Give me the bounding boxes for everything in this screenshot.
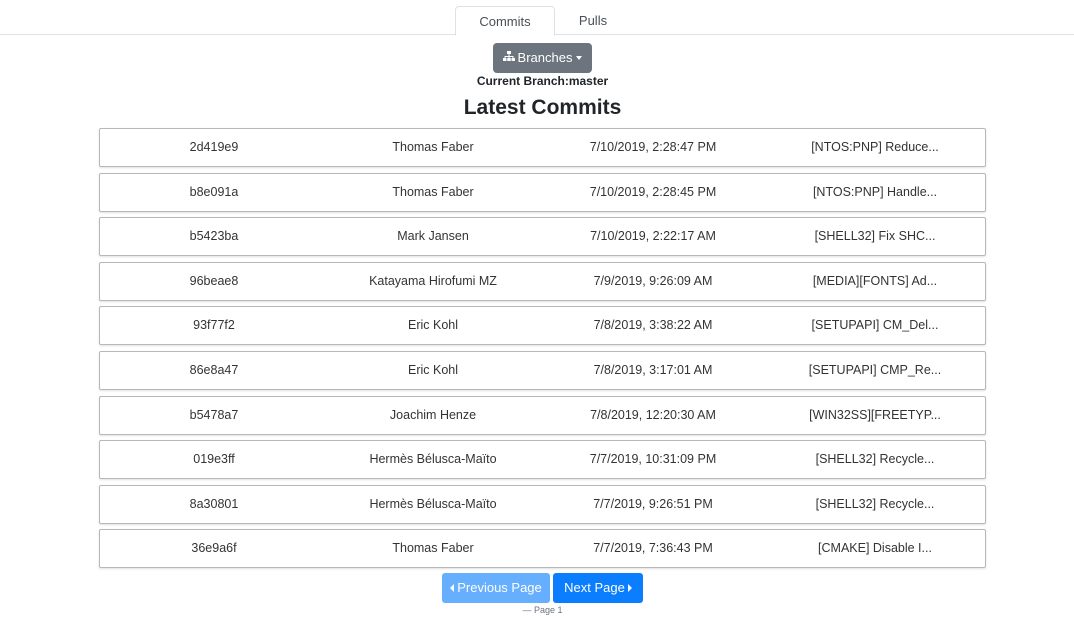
commit-row[interactable]: 86e8a47 Eric Kohl 7/8/2019, 3:17:01 AM [… — [99, 350, 986, 390]
commit-message: [CMAKE] Disable I... — [818, 541, 932, 556]
commit-date: 7/7/2019, 10:31:09 PM — [589, 452, 717, 467]
chevron-down-icon — [576, 55, 583, 60]
commit-date: 7/9/2019, 9:26:09 AM — [593, 273, 713, 288]
commit-row[interactable]: 8a30801 Hermès Bélusca-Maïto 7/7/2019, 9… — [99, 484, 986, 524]
next-page-button[interactable]: Next Page — [553, 573, 643, 603]
commit-row[interactable]: b8e091a Thomas Faber 7/10/2019, 2:28:45 … — [99, 172, 986, 212]
caret-right-icon — [627, 583, 632, 592]
commit-date: 7/10/2019, 2:28:45 PM — [589, 184, 717, 199]
commit-row[interactable]: 93f77f2 Eric Kohl 7/8/2019, 3:38:22 AM [… — [99, 306, 986, 346]
commit-message: [NTOS:PNP] Reduce... — [811, 140, 939, 154]
commit-message: [SHELL32] Recycle... — [815, 496, 935, 511]
commit-message: [SETUPAPI] CM_Del... — [811, 318, 939, 333]
sitemap-icon — [502, 43, 515, 73]
commit-message: [NTOS:PNP] Handle... — [812, 184, 938, 199]
commit-row[interactable]: 96beae8 Katayama Hirofumi MZ 7/9/2019, 9… — [99, 261, 986, 301]
commit-hash: 2d419e9 — [189, 140, 239, 154]
commit-row[interactable]: 019e3ff Hermès Bélusca-Maïto 7/7/2019, 1… — [99, 440, 986, 480]
commit-hash: 93f77f2 — [193, 318, 235, 333]
commit-author: Thomas Faber — [392, 140, 474, 154]
current-branch: Current Branch:master — [476, 74, 609, 88]
commit-date: 7/8/2019, 3:38:22 AM — [593, 318, 713, 333]
commit-row[interactable]: b5478a7 Joachim Henze 7/8/2019, 12:20:30… — [99, 395, 986, 435]
commit-hash: b8e091a — [189, 184, 239, 199]
tab-pulls[interactable]: Pulls — [558, 6, 628, 35]
commit-author: Katayama Hirofumi MZ — [369, 273, 497, 288]
commit-author: Eric Kohl — [407, 318, 459, 333]
commit-message: [WIN32SS][FREETYP... — [809, 407, 941, 422]
commit-message: [SETUPAPI] CMP_Re... — [808, 362, 942, 377]
commit-author: Mark Jansen — [397, 229, 469, 244]
commit-author: Hermès Bélusca-Maïto — [369, 452, 497, 467]
page-title: Latest Commits — [463, 96, 622, 119]
commit-date: 7/10/2019, 2:28:47 PM — [589, 140, 717, 154]
commit-row[interactable]: 2d419e9 Thomas Faber 7/10/2019, 2:28:47 … — [99, 128, 986, 167]
commit-author: Joachim Henze — [389, 407, 477, 422]
commit-hash: 86e8a47 — [189, 362, 239, 377]
commit-author: Eric Kohl — [407, 362, 459, 377]
commit-hash: b5423ba — [189, 229, 239, 244]
commit-date: 7/7/2019, 7:36:43 PM — [593, 541, 713, 556]
commit-date: 7/8/2019, 12:20:30 AM — [590, 407, 716, 422]
commit-hash: 8a30801 — [189, 496, 239, 511]
previous-page-button[interactable]: Previous Page — [442, 573, 550, 603]
commit-date: 7/8/2019, 3:17:01 AM — [593, 362, 713, 377]
commit-date: 7/10/2019, 2:22:17 AM — [590, 229, 716, 244]
caret-left-icon — [450, 583, 455, 592]
commit-date: 7/7/2019, 9:26:51 PM — [593, 496, 713, 511]
next-page-label: Next Page — [564, 580, 625, 595]
tab-commits[interactable]: Commits — [455, 6, 555, 36]
branches-dropdown-button[interactable]: Branches — [493, 43, 592, 73]
commit-hash: b5478a7 — [189, 407, 239, 422]
commit-hash: 019e3ff — [193, 452, 235, 467]
commit-row[interactable]: 36e9a6f Thomas Faber 7/7/2019, 7:36:43 P… — [99, 529, 986, 569]
commit-author: Thomas Faber — [392, 541, 474, 556]
commit-message: [MEDIA][FONTS] Ad... — [812, 273, 938, 288]
commit-author: Hermès Bélusca-Maïto — [369, 496, 497, 511]
page-indicator: — Page 1 — [522, 605, 563, 615]
commit-row[interactable]: b5423ba Mark Jansen 7/10/2019, 2:22:17 A… — [99, 217, 986, 257]
commit-message: [SHELL32] Recycle... — [815, 452, 935, 467]
commit-author: Thomas Faber — [392, 184, 474, 199]
previous-page-label: Previous Page — [457, 580, 542, 595]
commit-hash: 96beae8 — [189, 273, 239, 288]
branches-button-label: Branches — [517, 50, 573, 65]
commit-message: [SHELL32] Fix SHC... — [814, 229, 936, 244]
commit-list: 2d419e9 Thomas Faber 7/10/2019, 2:28:47 … — [99, 128, 986, 574]
commit-hash: 36e9a6f — [191, 541, 237, 556]
nav-tabs: Commits Pulls — [0, 0, 1074, 36]
